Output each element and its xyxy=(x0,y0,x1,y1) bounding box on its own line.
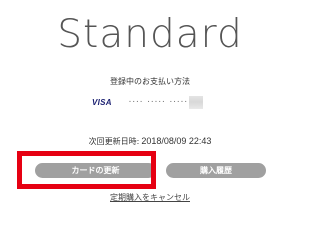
masked-card-number: ···· ····· ····· xyxy=(127,98,188,106)
next-renewal-label: 次回更新日時: xyxy=(88,137,140,146)
next-renewal: 次回更新日時: 2018/08/09 22:43 xyxy=(0,136,300,147)
plan-title: Standard xyxy=(57,12,243,57)
highlight-annotation-box xyxy=(17,151,156,189)
purchase-history-button[interactable]: 購入履歴 xyxy=(166,163,266,178)
cancel-subscription-link[interactable]: 定期購入をキャンセル xyxy=(0,193,300,203)
redacted-card-digits xyxy=(189,95,204,109)
registered-card: VISA ···· ····· ····· xyxy=(92,95,204,109)
next-renewal-datetime: 2018/08/09 22:43 xyxy=(141,136,212,146)
visa-logo: VISA xyxy=(92,97,112,107)
payment-method-label: 登録中のお支払い方法 xyxy=(110,77,190,86)
